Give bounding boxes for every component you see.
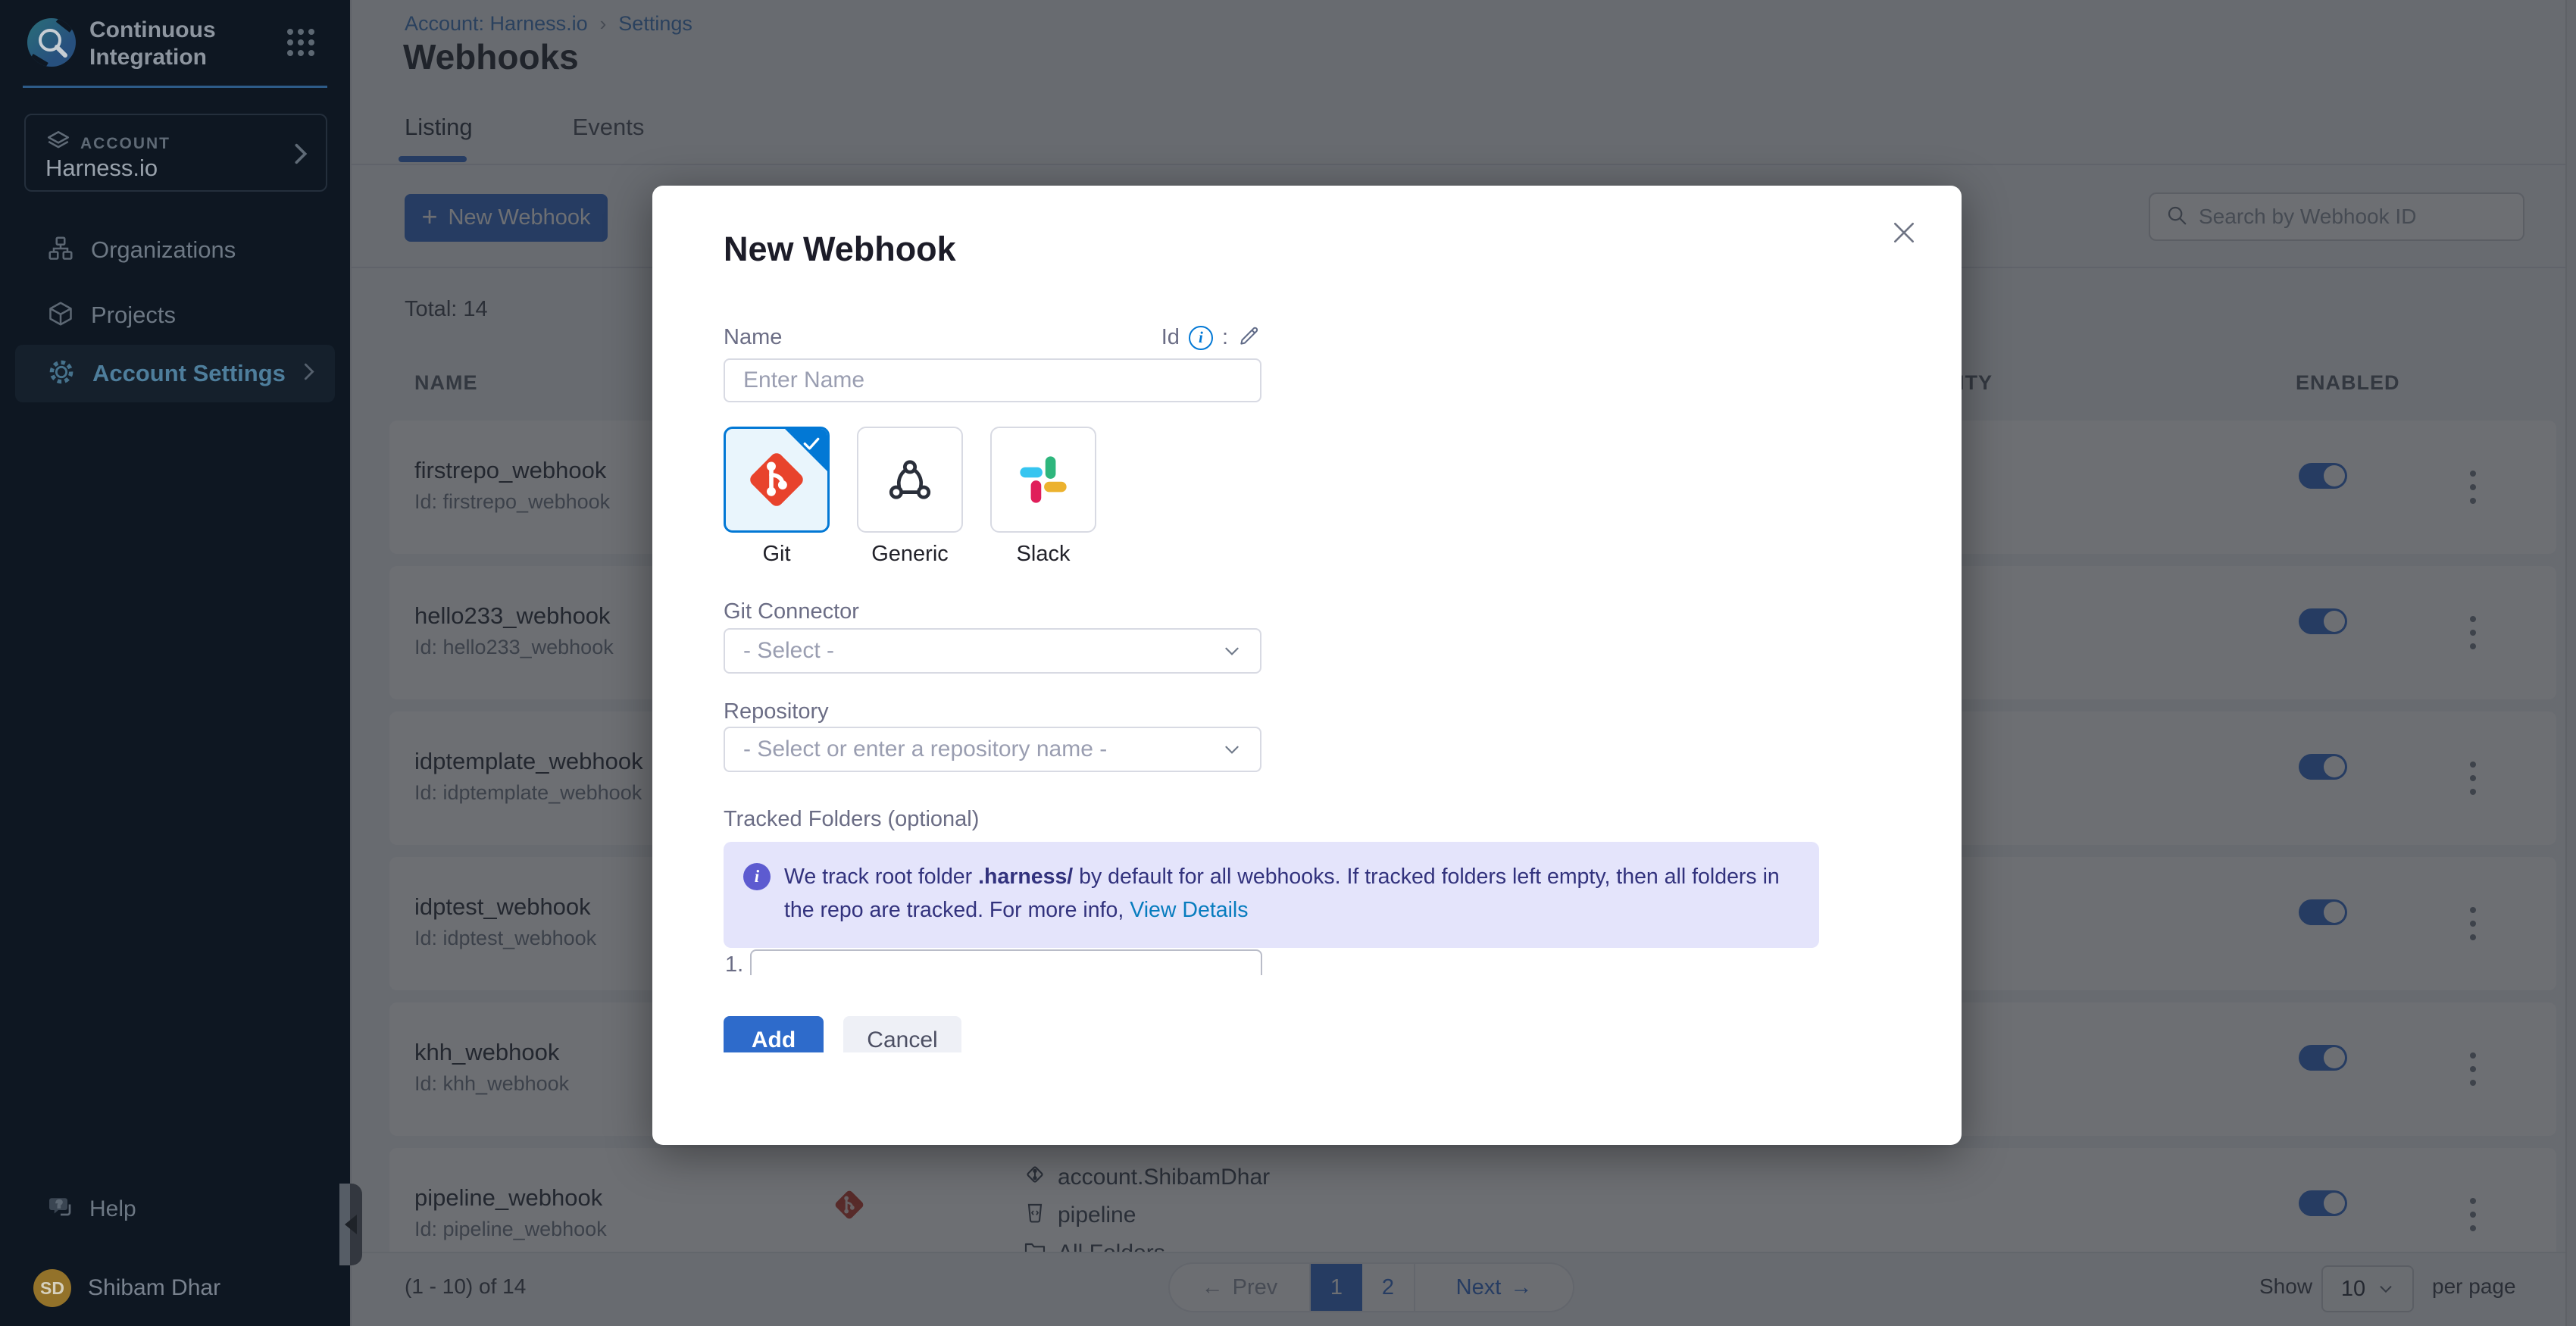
new-webhook-modal: New Webhook Name Id i :: [652, 186, 1962, 1145]
sidebar: Continuous Integration ACCOUNT Harness.i…: [0, 0, 350, 1326]
tracked-folders-info-callout: i We track root folder .harness/ by defa…: [724, 842, 1819, 948]
tracked-folder-input[interactable]: [750, 949, 1262, 975]
webhook-type-cards: [724, 427, 1096, 533]
help-chat-icon: ?: [47, 1194, 74, 1225]
edit-pencil-icon[interactable]: [1237, 324, 1261, 352]
chevron-down-icon: [1222, 740, 1242, 759]
repository-label: Repository: [724, 699, 829, 724]
cancel-button[interactable]: Cancel: [843, 1016, 961, 1052]
tracked-folder-row: 1.: [724, 948, 1292, 975]
harness-ci-logo-icon: [27, 18, 76, 67]
type-card-labels: Git Generic Slack: [724, 542, 1096, 567]
name-field-header: Name Id i :: [724, 324, 1261, 352]
folder-index: 1.: [725, 952, 743, 975]
type-label-slack: Slack: [990, 542, 1096, 567]
git-connector-label: Git Connector: [724, 599, 859, 624]
sidebar-item-label: Projects: [91, 302, 176, 329]
sidebar-item-projects[interactable]: Projects: [15, 291, 335, 339]
sidebar-divider: [23, 86, 327, 88]
repository-placeholder: - Select or enter a repository name -: [743, 736, 1107, 762]
name-label: Name: [724, 325, 782, 350]
add-button[interactable]: Add: [724, 1016, 824, 1052]
gear-icon: [47, 358, 76, 390]
webhook-icon: [883, 453, 936, 506]
modal-actions: Add Cancel: [724, 1016, 1178, 1052]
user-profile[interactable]: SD Shibam Dhar: [15, 1264, 333, 1312]
chevron-right-icon: [300, 361, 318, 386]
webhook-name-input[interactable]: [724, 358, 1261, 402]
type-card-slack[interactable]: [990, 427, 1096, 533]
git-icon: [745, 448, 808, 511]
id-colon: :: [1222, 325, 1228, 350]
app-grid-icon[interactable]: [284, 26, 317, 59]
projects-icon: [47, 300, 74, 331]
help-label: Help: [89, 1196, 136, 1222]
check-icon: [800, 432, 823, 458]
app-window: Continuous Integration ACCOUNT Harness.i…: [0, 0, 2576, 1326]
info-text-bold: .harness/: [978, 865, 1073, 889]
close-icon[interactable]: [1886, 214, 1922, 251]
id-label: Id: [1161, 325, 1180, 350]
type-card-git[interactable]: [724, 427, 830, 533]
tracked-folders-label: Tracked Folders (optional): [724, 807, 979, 832]
chevron-right-icon: [289, 141, 312, 170]
info-icon: i: [743, 863, 771, 890]
user-name: Shibam Dhar: [88, 1275, 220, 1301]
account-selector[interactable]: ACCOUNT Harness.io: [24, 114, 327, 192]
modal-title: New Webhook: [724, 230, 956, 269]
info-text-pre: We track root folder: [784, 865, 978, 889]
sidebar-item-label: Account Settings: [92, 360, 286, 387]
account-name: Harness.io: [45, 155, 158, 182]
git-connector-select[interactable]: - Select -: [724, 628, 1261, 674]
type-label-git: Git: [724, 542, 830, 567]
type-label-generic: Generic: [857, 542, 963, 567]
organizations-icon: [47, 235, 74, 266]
module-title: Continuous Integration: [89, 17, 271, 71]
account-label: ACCOUNT: [80, 135, 170, 153]
repository-select[interactable]: - Select or enter a repository name -: [724, 727, 1261, 772]
sidebar-item-organizations[interactable]: Organizations: [15, 226, 335, 274]
slack-icon: [1017, 453, 1070, 506]
avatar: SD: [33, 1269, 71, 1307]
chevron-down-icon: [1222, 641, 1242, 661]
git-connector-placeholder: - Select -: [743, 638, 834, 664]
sidebar-item-account-settings[interactable]: Account Settings: [15, 345, 335, 402]
view-details-link[interactable]: View Details: [1130, 898, 1248, 922]
sidebar-item-label: Organizations: [91, 236, 236, 264]
type-card-generic[interactable]: [857, 427, 963, 533]
sidebar-item-help[interactable]: ? Help: [15, 1187, 242, 1232]
svg-text:?: ?: [56, 1198, 62, 1209]
module-header: Continuous Integration: [27, 17, 330, 70]
info-icon[interactable]: i: [1189, 326, 1213, 350]
